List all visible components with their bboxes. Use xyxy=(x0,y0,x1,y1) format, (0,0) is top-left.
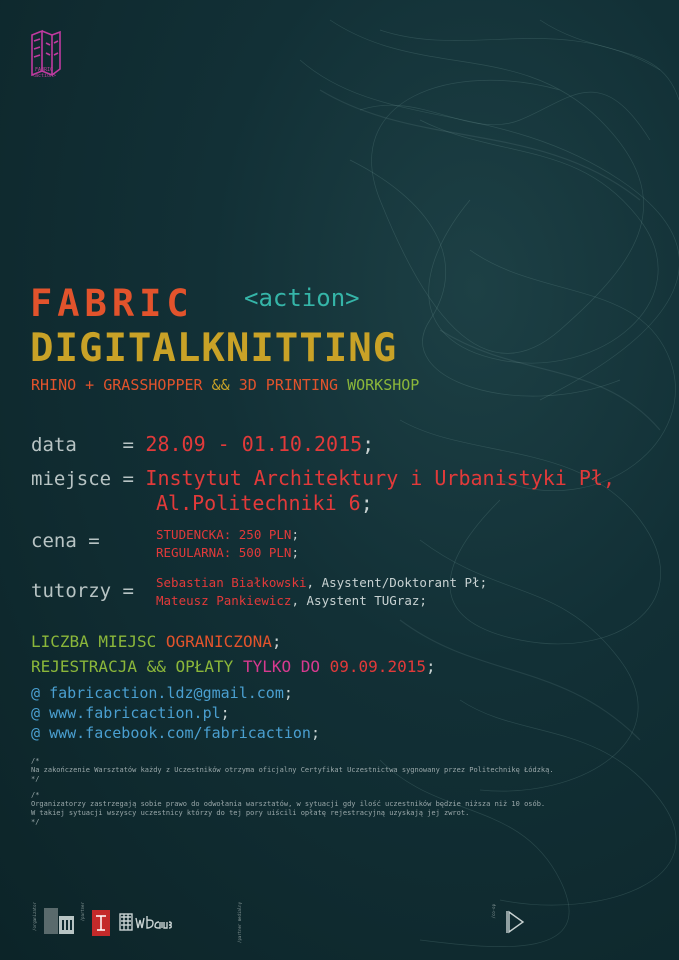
contact-email[interactable]: @ fabricaction.ldz@gmail.com; xyxy=(31,683,320,703)
university-logo xyxy=(44,908,74,934)
cancellation-note: /* Organizatorzy zastrzegają sobie prawo… xyxy=(31,791,545,827)
contact-website[interactable]: @ www.fabricaction.pl; xyxy=(31,703,320,723)
tutors-list: Sebastian Białkowski, Asystent/Doktorant… xyxy=(156,575,487,608)
note1-close: */ xyxy=(31,775,40,783)
note2-close: */ xyxy=(31,818,40,826)
at-icon: @ xyxy=(31,684,41,702)
note2-text2: W takiej sytuacji wszyscy uczestnicy któ… xyxy=(31,809,470,817)
coop-label: /co-op xyxy=(491,904,496,919)
notice1-c: ; xyxy=(271,632,282,651)
data-value: 28.09 - 01.10.2015 xyxy=(145,432,363,456)
tutor1-name: Sebastian Białkowski xyxy=(156,575,307,590)
title-digitalknitting: DIGITALKNITTING xyxy=(30,326,398,371)
pl-logo xyxy=(92,910,110,936)
certificate-note: /* Na zakończenie Warsztatów każdy z Ucz… xyxy=(31,757,554,784)
wbau-logo xyxy=(119,913,172,931)
title-fabric: FABRIC xyxy=(30,282,194,325)
play-triangle-logo xyxy=(506,910,525,934)
subtitle-and: && xyxy=(211,376,230,394)
notice2-c: 09.09.2015 xyxy=(329,657,426,676)
miejsce-second-line: Al.Politechniki 6; xyxy=(156,491,373,515)
note1-text: Na zakończenie Warsztatów każdy z Uczest… xyxy=(31,766,554,774)
tutor2-name: Mateusz Pankiewicz xyxy=(156,593,292,608)
subtitle-workshop: WORKSHOP xyxy=(347,376,420,394)
notice2-a: REJESTRACJA && OPŁATY xyxy=(31,657,234,676)
notice2-b: TYLKO DO xyxy=(242,657,320,676)
note1-open: /* xyxy=(31,757,40,765)
poster: FABRIC <action> FABRIC <action> DIGITALK… xyxy=(0,0,679,960)
info-miejsce-row: miejsce = Instytut Architektury i Urbani… xyxy=(31,466,615,490)
cena-studencka: STUDENCKA: 250 PLN xyxy=(156,527,292,542)
miejsce-label: miejsce = xyxy=(31,468,134,490)
contact-end-1: ; xyxy=(283,684,293,702)
miejsce-end: ; xyxy=(360,491,373,515)
tutor2-role: , Asystent TUGraz; xyxy=(291,593,427,608)
notice1-a: LICZBA MIEJSC xyxy=(31,632,157,651)
info-data-row: data = 28.09 - 01.10.2015; xyxy=(31,432,374,456)
notice2-d: ; xyxy=(425,657,436,676)
cena-label: cena = xyxy=(31,530,100,552)
contacts-list: @ fabricaction.ldz@gmail.com; @ www.fabr… xyxy=(31,683,320,743)
miejsce-value1: Instytut Architektury i Urbanistyki Pł, xyxy=(145,466,616,490)
cena-semi-2: ; xyxy=(291,545,299,560)
at-icon: @ xyxy=(31,724,41,742)
contact-end-2: ; xyxy=(220,704,230,722)
data-end: ; xyxy=(362,432,375,456)
facebook-link[interactable]: www.facebook.com/fabricaction xyxy=(49,724,311,742)
cena-values: STUDENCKA: 250 PLN; REGULARNA: 500 PLN; xyxy=(156,527,299,560)
notice-limited-seats: LICZBA MIEJSC OGRANICZONA; xyxy=(31,632,281,651)
contact-end-3: ; xyxy=(310,724,320,742)
medialny-label: /partner medialny xyxy=(237,902,242,943)
subtitle-printing: 3D PRINTING xyxy=(238,376,339,394)
contact-facebook[interactable]: @ www.facebook.com/fabricaction; xyxy=(31,723,320,743)
logo-caption: FABRIC <action> xyxy=(22,67,66,79)
cena-regularna: REGULARNA: 500 PLN xyxy=(156,545,292,560)
subtitle-rhino: RHINO + GRASSHOPPER xyxy=(31,376,203,394)
note2-text1: Organizatorzy zastrzegają sobie prawo do… xyxy=(31,800,546,808)
workshop-subtitle: RHINO + GRASSHOPPER && 3D PRINTING WORKS… xyxy=(31,376,419,394)
tutor1-role: , Asystent/Doktorant Pł; xyxy=(306,575,488,590)
at-icon: @ xyxy=(31,704,41,722)
tutorzy-label: tutorzy = xyxy=(31,580,134,602)
data-label: data = xyxy=(31,434,134,456)
title-action: <action> xyxy=(244,284,360,312)
logo-caption-line2: <action> xyxy=(31,73,57,79)
notice1-b: OGRANICZONA xyxy=(165,632,272,651)
notice-registration: REJESTRACJA && OPŁATY TYLKO DO 09.09.201… xyxy=(31,657,436,676)
website-link[interactable]: www.fabricaction.pl xyxy=(49,704,221,722)
note2-open: /* xyxy=(31,791,40,799)
miejsce-value2: Al.Politechniki 6 xyxy=(156,491,361,515)
cena-semi-1: ; xyxy=(291,527,299,542)
partner-label: /partner xyxy=(80,902,85,922)
email-link[interactable]: fabricaction.ldz@gmail.com xyxy=(49,684,284,702)
organizator-label: /organizator xyxy=(32,902,37,931)
